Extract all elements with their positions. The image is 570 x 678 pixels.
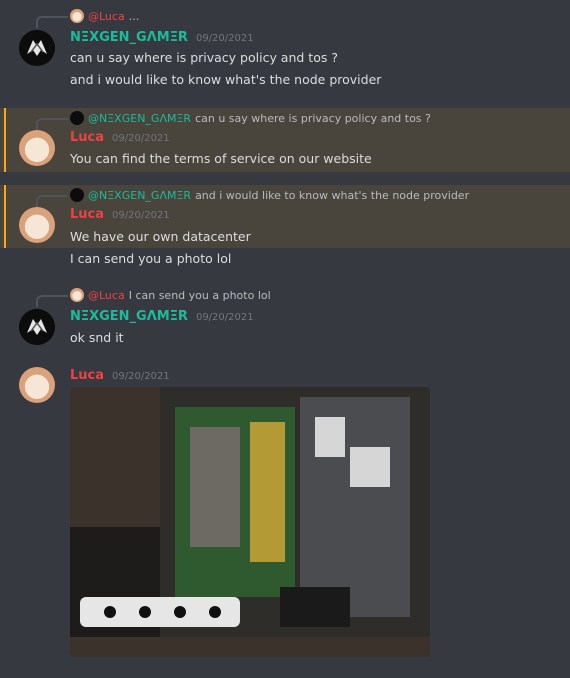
reply-author[interactable]: @NΞXGEN_GΛMΞR bbox=[88, 189, 191, 202]
avatar[interactable] bbox=[19, 130, 55, 166]
reply-spine bbox=[36, 118, 68, 130]
reply-text: ... bbox=[128, 9, 140, 23]
message-header: NΞXGEN_GΛMΞR 09/20/2021 bbox=[70, 30, 254, 48]
message-4: @Luca I can send you a photo lol NΞXGEN_… bbox=[0, 285, 570, 355]
reply-author[interactable]: @Luca bbox=[88, 289, 125, 302]
message-text: ok snd it bbox=[70, 330, 124, 345]
reply-text: can u say where is privacy policy and to… bbox=[195, 111, 431, 125]
message-text: You can find the terms of service on our… bbox=[70, 151, 372, 166]
avatar-mini bbox=[70, 111, 84, 125]
reply-spine bbox=[36, 295, 68, 307]
timestamp: 09/20/2021 bbox=[112, 210, 170, 221]
timestamp: 09/20/2021 bbox=[112, 371, 170, 382]
username[interactable]: NΞXGEN_GΛMΞR bbox=[70, 30, 188, 45]
wolf-avatar-icon bbox=[19, 30, 55, 66]
avatar[interactable] bbox=[19, 367, 55, 403]
avatar-mini bbox=[70, 9, 84, 23]
message-text: We have our own datacenter bbox=[70, 229, 251, 244]
reply-text: and i would like to know what's the node… bbox=[195, 188, 470, 202]
message-1: @Luca ... NΞXGEN_GΛMΞR 09/20/2021 can u … bbox=[0, 0, 570, 100]
message-header: Luca 09/20/2021 bbox=[70, 207, 170, 225]
reply-preview[interactable]: @NΞXGEN_GΛMΞR can u say where is privacy… bbox=[70, 110, 431, 126]
reply-spine bbox=[36, 16, 68, 28]
message-2: @NΞXGEN_GΛMΞR can u say where is privacy… bbox=[0, 108, 570, 172]
timestamp: 09/20/2021 bbox=[112, 133, 170, 144]
message-3: @NΞXGEN_GΛMΞR and i would like to know w… bbox=[0, 185, 570, 248]
reply-preview[interactable]: @Luca I can send you a photo lol bbox=[70, 287, 271, 303]
username[interactable]: Luca bbox=[70, 207, 104, 222]
message-text: and i would like to know what's the node… bbox=[70, 72, 382, 87]
message-text: can u say where is privacy policy and to… bbox=[70, 50, 338, 65]
reply-text: I can send you a photo lol bbox=[128, 288, 271, 302]
avatar[interactable] bbox=[19, 309, 55, 345]
message-text: I can send you a photo lol bbox=[70, 251, 232, 266]
timestamp: 09/20/2021 bbox=[195, 312, 254, 323]
avatar-mini bbox=[70, 188, 84, 202]
avatar[interactable] bbox=[19, 30, 55, 66]
username[interactable]: Luca bbox=[70, 368, 104, 383]
username[interactable]: Luca bbox=[70, 130, 104, 145]
server-photo bbox=[70, 387, 430, 657]
message-header: Luca 09/20/2021 bbox=[70, 368, 170, 386]
reply-preview[interactable]: @Luca ... bbox=[70, 8, 139, 24]
reply-author[interactable]: @Luca bbox=[88, 10, 125, 23]
reply-author[interactable]: @NΞXGEN_GΛMΞR bbox=[88, 112, 191, 125]
avatar-mini bbox=[70, 288, 84, 302]
timestamp: 09/20/2021 bbox=[195, 33, 254, 44]
server-photo-attachment[interactable] bbox=[70, 387, 430, 657]
message-header: NΞXGEN_GΛMΞR 09/20/2021 bbox=[70, 309, 254, 327]
reply-preview[interactable]: @NΞXGEN_GΛMΞR and i would like to know w… bbox=[70, 187, 469, 203]
username[interactable]: NΞXGEN_GΛMΞR bbox=[70, 309, 188, 324]
reply-spine bbox=[36, 195, 68, 207]
wolf-avatar-icon bbox=[19, 309, 55, 345]
avatar[interactable] bbox=[19, 207, 55, 243]
message-header: Luca 09/20/2021 bbox=[70, 130, 170, 148]
